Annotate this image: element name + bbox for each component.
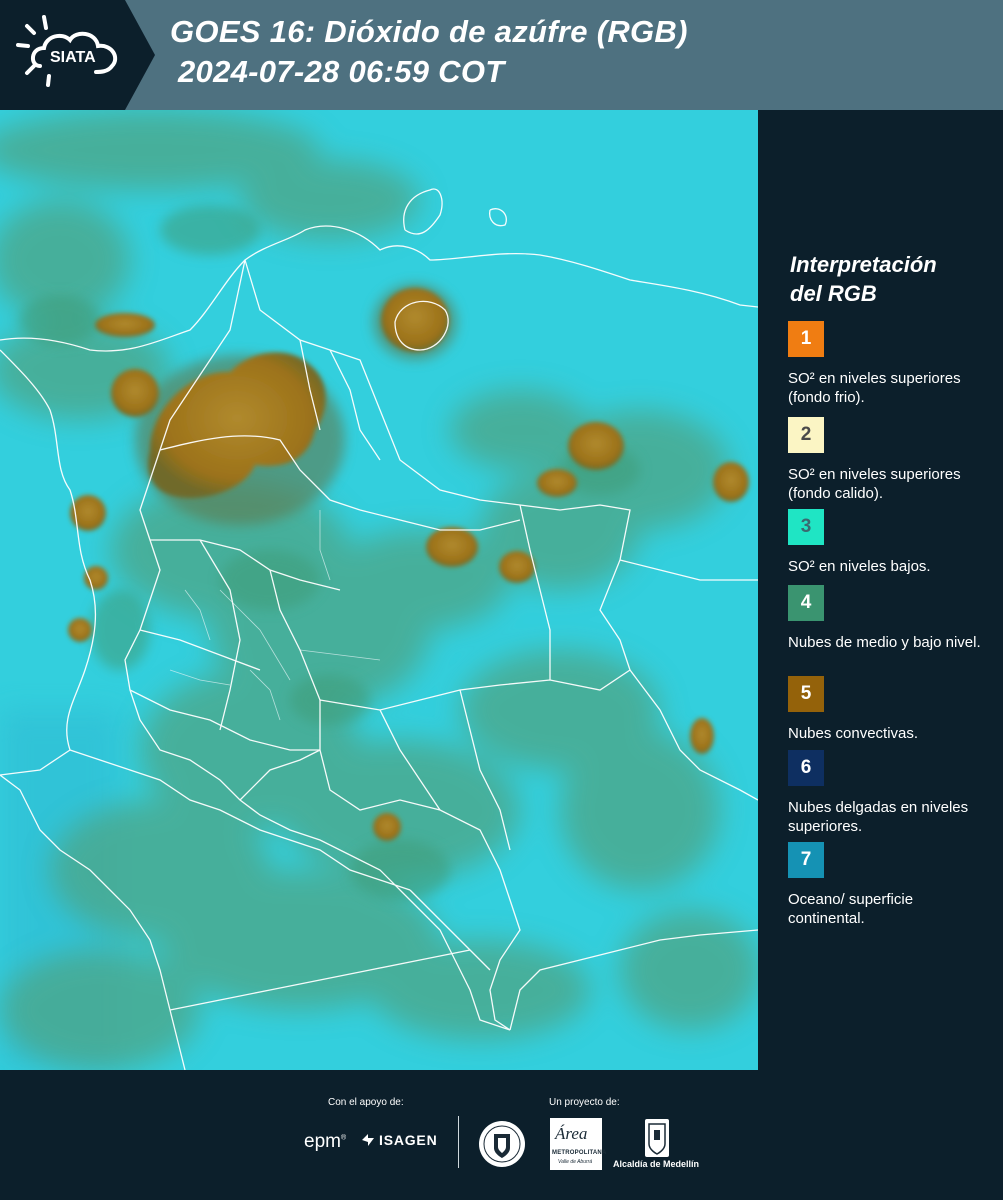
epm-logo[interactable]: epm® bbox=[304, 1131, 346, 1153]
legend-label-5: Nubes convectivas. bbox=[788, 725, 919, 742]
satellite-map[interactable] bbox=[0, 110, 759, 1070]
legend-label-7: Oceano/ superficie continental. bbox=[788, 891, 914, 927]
legend-number-1: 1 bbox=[800, 328, 812, 349]
alcaldia-logo-text: Alcaldía de Medellín bbox=[613, 1159, 700, 1169]
legend-title: Interpretación del RGB bbox=[790, 250, 990, 308]
legend-swatch-6: 6 bbox=[788, 750, 824, 786]
legend-label-1: SO² en niveles superiores (fondo frio). bbox=[788, 370, 961, 406]
legend-swatch-7: 7 bbox=[788, 842, 824, 878]
legend-item-6: 6 Nubes delgadas en niveles superiores. bbox=[788, 750, 988, 836]
legend-number-6: 6 bbox=[800, 757, 812, 778]
seal-icon bbox=[479, 1121, 525, 1167]
legend-number-4: 4 bbox=[800, 592, 812, 613]
legend-number-2: 2 bbox=[800, 424, 812, 445]
support-caption: Con el apoyo de: bbox=[328, 1097, 404, 1108]
legend-number-7: 7 bbox=[800, 849, 812, 870]
legend-panel: Interpretación del RGB 1 SO² en niveles … bbox=[760, 110, 1003, 1070]
isagen-mark-icon bbox=[362, 1134, 374, 1146]
siata-logo-text: SIATA bbox=[50, 49, 96, 66]
page-timestamp: 2024-07-28 06:59 COT bbox=[178, 54, 505, 89]
legend-label-3: SO² en niveles bajos. bbox=[788, 558, 931, 575]
legend-item-7: 7 Oceano/ superficie continental. bbox=[788, 842, 988, 928]
isagen-logo[interactable]: ISAGEN bbox=[360, 1132, 437, 1148]
alcaldia-shield-icon[interactable] bbox=[644, 1118, 670, 1163]
siata-logo[interactable]: SIATA bbox=[0, 0, 155, 110]
legend-item-2: 2 SO² en niveles superiores (fondo calid… bbox=[788, 417, 988, 503]
legend-item-4: 4 Nubes de medio y bajo nivel. bbox=[788, 585, 988, 652]
legend-label-4: Nubes de medio y bajo nivel. bbox=[788, 634, 981, 651]
shield-icon bbox=[645, 1119, 669, 1157]
footer-divider bbox=[458, 1116, 459, 1168]
epm-logo-text: epm bbox=[304, 1131, 341, 1152]
rgb-imagery bbox=[0, 110, 758, 1070]
legend-swatch-4: 4 bbox=[788, 585, 824, 621]
project-caption: Un proyecto de: bbox=[549, 1097, 620, 1108]
legend-swatch-5: 5 bbox=[788, 676, 824, 712]
isagen-logo-text: ISAGEN bbox=[379, 1132, 438, 1148]
legend-item-5: 5 Nubes convectivas. bbox=[788, 676, 988, 743]
siata-logo-shape: SIATA bbox=[0, 0, 155, 110]
legend-number-3: 3 bbox=[800, 516, 812, 537]
footer-bar: Con el apoyo de: Un proyecto de: epm® IS… bbox=[0, 1070, 1003, 1200]
page-title: GOES 16: Dióxido de azúfre (RGB) bbox=[170, 14, 688, 49]
area-logo-name: Área bbox=[555, 1124, 588, 1143]
area-metropolitana-logo[interactable]: Área METROPOLITANA Valle de Aburrá bbox=[550, 1118, 606, 1170]
area-logo-sub2: Valle de Aburrá bbox=[558, 1159, 593, 1165]
legend-label-2: SO² en niveles superiores (fondo calido)… bbox=[788, 466, 961, 502]
area-logo-sub1: METROPOLITANA bbox=[552, 1150, 607, 1156]
legend-number-5: 5 bbox=[800, 683, 812, 704]
legend-label-6: Nubes delgadas en niveles superiores. bbox=[788, 799, 969, 835]
legend-item-1: 1 SO² en niveles superiores (fondo frio)… bbox=[788, 321, 988, 407]
legend-swatch-3: 3 bbox=[788, 509, 824, 545]
legend-swatch-1: 1 bbox=[788, 321, 824, 357]
legend-title-line1: Interpretación bbox=[790, 252, 937, 277]
legend-title-line2: del RGB bbox=[790, 281, 877, 306]
header-bar: SIATA GOES 16: Dióxido de azúfre (RGB) 2… bbox=[0, 0, 1003, 110]
legend-swatch-2: 2 bbox=[788, 417, 824, 453]
medellin-seal-logo[interactable] bbox=[478, 1120, 526, 1173]
legend-item-3: 3 SO² en niveles bajos. bbox=[788, 509, 988, 576]
